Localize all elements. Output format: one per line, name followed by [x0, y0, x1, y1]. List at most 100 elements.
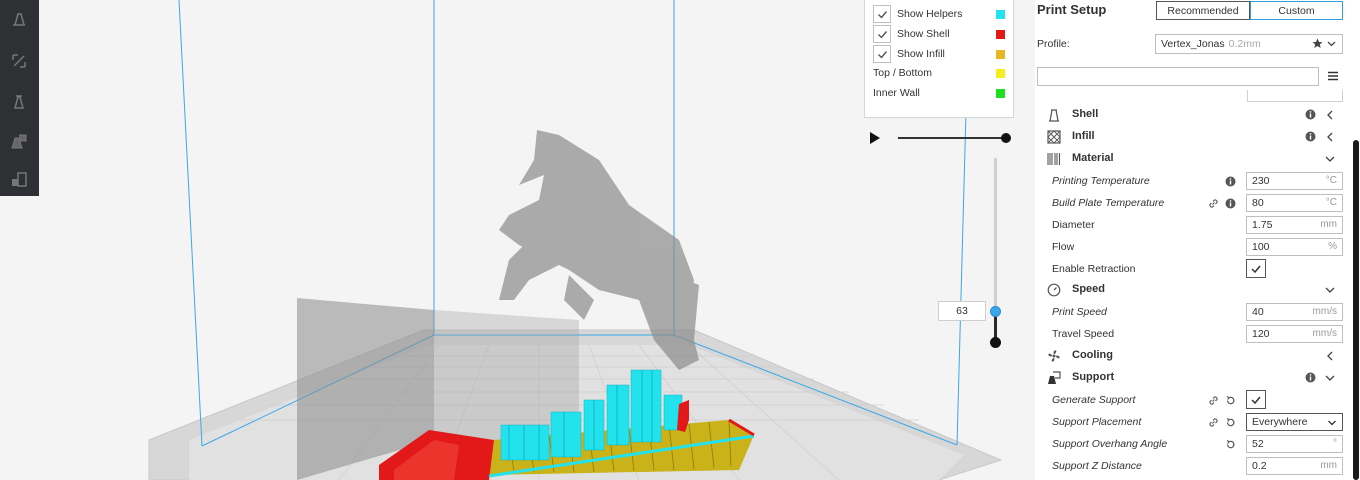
- field-unit: mm: [1320, 460, 1337, 471]
- setting-support-overhang-angle: Support Overhang Angle 52 °: [1035, 434, 1345, 454]
- support-overhang-angle-input[interactable]: 52 °: [1246, 435, 1343, 453]
- star-icon[interactable]: [1312, 38, 1323, 49]
- support-placement-dropdown[interactable]: Everywhere: [1246, 413, 1343, 431]
- layer-slider-upper-handle[interactable]: [990, 306, 1001, 317]
- legend-show-infill[interactable]: Show Infill: [873, 45, 1007, 63]
- setting-print-speed: Print Speed 40 mm/s: [1035, 302, 1345, 322]
- reset-icon[interactable]: [1225, 417, 1236, 428]
- progress-slider-handle[interactable]: [1001, 133, 1011, 143]
- chevron-down-icon[interactable]: [1325, 373, 1335, 383]
- link-icon[interactable]: [1208, 417, 1219, 428]
- field-value: 40: [1252, 306, 1264, 318]
- show-infill-checkbox[interactable]: [873, 45, 891, 63]
- field-unit: mm/s: [1312, 328, 1337, 339]
- top-bottom-color-swatch: [996, 68, 1005, 78]
- info-icon[interactable]: [1305, 131, 1316, 142]
- profile-name: Vertex_Jonas: [1161, 38, 1225, 50]
- speed-gauge-icon: [1047, 283, 1061, 297]
- chevron-left-icon[interactable]: [1325, 351, 1335, 361]
- custom-mode-button[interactable]: Custom: [1250, 1, 1343, 20]
- setting-label: Build Plate Temperature: [1052, 197, 1165, 209]
- link-icon[interactable]: [1208, 198, 1219, 209]
- category-support[interactable]: Support: [1035, 368, 1345, 388]
- settings-scrollbar[interactable]: [1353, 140, 1359, 480]
- category-label: Infill: [1072, 130, 1095, 142]
- reset-icon[interactable]: [1225, 439, 1236, 450]
- support-icon: [1048, 371, 1061, 384]
- collapsed-section-edge: [1247, 90, 1343, 102]
- legend-show-shell[interactable]: Show Shell: [873, 25, 1007, 43]
- support-z-distance-input[interactable]: 0.2 mm: [1246, 457, 1343, 475]
- enable-retraction-checkbox[interactable]: [1246, 259, 1266, 278]
- material-icon: [1047, 153, 1061, 165]
- chevron-left-icon[interactable]: [1325, 110, 1335, 120]
- setting-support-z-distance: Support Z Distance 0.2 mm: [1035, 456, 1345, 476]
- setting-flow: Flow 100 %: [1035, 237, 1345, 257]
- flow-input[interactable]: 100 %: [1246, 238, 1343, 256]
- setting-label: Travel Speed: [1052, 328, 1115, 340]
- setting-enable-retraction: Enable Retraction: [1035, 259, 1345, 279]
- chevron-down-icon[interactable]: [1325, 154, 1335, 164]
- profile-dropdown[interactable]: Vertex_Jonas 0.2mm: [1155, 34, 1343, 54]
- legend-inner-wall: Inner Wall: [873, 84, 1007, 102]
- shell-icon: [1049, 109, 1059, 122]
- field-value: Everywhere: [1252, 416, 1308, 428]
- profile-label: Profile:: [1037, 38, 1070, 50]
- setting-label: Enable Retraction: [1052, 263, 1136, 275]
- current-layer-input[interactable]: 63: [938, 301, 986, 321]
- scale-tool-icon[interactable]: [8, 50, 30, 72]
- setting-diameter: Diameter 1.75 mm: [1035, 215, 1345, 235]
- checkmark-icon: [1251, 265, 1261, 273]
- layer-slider-lower-handle[interactable]: [990, 337, 1001, 348]
- recommended-mode-button[interactable]: Recommended: [1156, 1, 1250, 20]
- travel-speed-input[interactable]: 120 mm/s: [1246, 325, 1343, 343]
- legend-top-bottom: Top / Bottom: [873, 64, 1007, 82]
- show-shell-checkbox[interactable]: [873, 25, 891, 43]
- chevron-left-icon[interactable]: [1325, 132, 1335, 142]
- reset-icon[interactable]: [1225, 395, 1236, 406]
- generate-support-checkbox[interactable]: [1246, 390, 1266, 409]
- profile-layer-height: 0.2mm: [1228, 38, 1261, 50]
- legend-show-helpers[interactable]: Show Helpers: [873, 5, 1007, 23]
- link-icon[interactable]: [1208, 395, 1219, 406]
- category-shell[interactable]: Shell: [1035, 105, 1345, 125]
- mirror-tool-icon[interactable]: [8, 130, 30, 152]
- legend-label: Inner Wall: [873, 87, 920, 99]
- category-speed[interactable]: Speed: [1035, 280, 1345, 300]
- fan-icon: [1048, 350, 1060, 362]
- field-value: 120: [1252, 328, 1270, 340]
- setting-label: Diameter: [1052, 219, 1095, 231]
- helpers-color-swatch: [996, 9, 1005, 19]
- rotate-tool-icon[interactable]: [8, 90, 30, 112]
- build-plate-temperature-input[interactable]: 80 °C: [1246, 194, 1343, 212]
- category-cooling[interactable]: Cooling: [1035, 346, 1345, 366]
- infill-icon: [1047, 130, 1061, 144]
- print-speed-input[interactable]: 40 mm/s: [1246, 303, 1343, 321]
- field-value: 52: [1252, 438, 1264, 450]
- field-value: 80: [1252, 197, 1264, 209]
- move-tool-icon[interactable]: [8, 8, 30, 30]
- per-model-settings-icon[interactable]: [8, 168, 30, 190]
- category-material[interactable]: Material: [1035, 149, 1345, 169]
- field-unit: °: [1333, 438, 1337, 449]
- info-icon[interactable]: [1225, 176, 1236, 187]
- info-icon[interactable]: [1225, 198, 1236, 209]
- legend-label: Show Shell: [897, 28, 950, 40]
- chevron-down-icon[interactable]: [1325, 285, 1335, 295]
- show-helpers-checkbox[interactable]: [873, 5, 891, 23]
- chevron-down-icon: [1327, 41, 1336, 47]
- info-icon[interactable]: [1305, 109, 1316, 120]
- play-icon[interactable]: [868, 131, 882, 145]
- settings-search-input[interactable]: [1037, 67, 1319, 86]
- info-icon[interactable]: [1305, 372, 1316, 383]
- hamburger-menu-icon[interactable]: [1327, 71, 1339, 81]
- category-infill[interactable]: Infill: [1035, 127, 1345, 147]
- field-unit: °C: [1325, 197, 1337, 208]
- diameter-input[interactable]: 1.75 mm: [1246, 216, 1343, 234]
- print-setup-panel: Print Setup Recommended Custom Profile: …: [1035, 0, 1360, 480]
- setting-label: Print Speed: [1052, 306, 1107, 318]
- layer-progress-slider[interactable]: [898, 137, 1006, 139]
- color-legend-panel: Show Helpers Show Shell Show Infill Top …: [864, 0, 1014, 118]
- setting-support-placement: Support Placement Everywhere: [1035, 412, 1345, 432]
- printing-temperature-input[interactable]: 230 °C: [1246, 172, 1343, 190]
